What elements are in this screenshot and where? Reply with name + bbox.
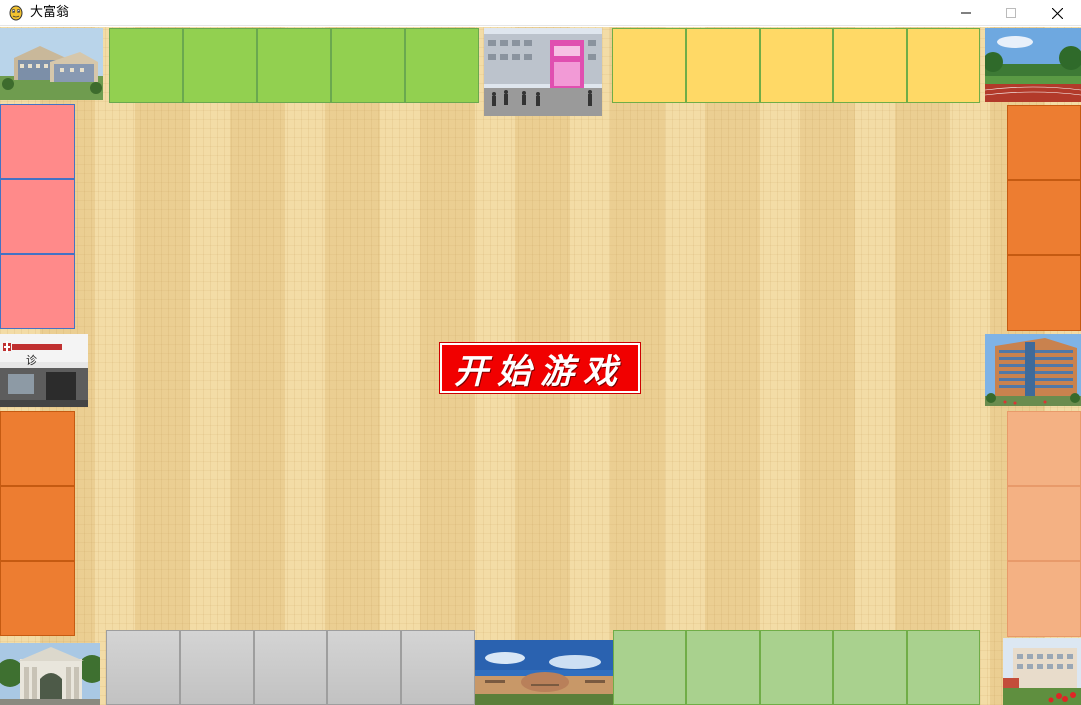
game-board: 诊 开始游戏 [0, 27, 1081, 705]
board-tile-left-1[interactable] [0, 104, 75, 179]
window-title: 大富翁 [30, 5, 70, 20]
board-tile-top-5[interactable] [405, 28, 479, 103]
maximize-icon [1006, 8, 1016, 18]
close-button[interactable] [1034, 0, 1080, 26]
auditorium-photo[interactable] [475, 640, 614, 705]
board-tile-right-6[interactable] [1007, 561, 1081, 637]
board-tile-bottom-10[interactable] [907, 630, 980, 705]
board-tile-bottom-2[interactable] [180, 630, 254, 705]
board-tile-bottom-9[interactable] [833, 630, 907, 705]
board-tile-top-10[interactable] [907, 28, 980, 103]
board-tile-left-5[interactable] [0, 486, 75, 561]
board-tile-right-1[interactable] [1007, 105, 1081, 180]
board-tile-right-5[interactable] [1007, 486, 1081, 561]
board-tile-top-3[interactable] [257, 28, 331, 103]
board-tile-left-2[interactable] [0, 179, 75, 254]
board-tile-bottom-1[interactable] [106, 630, 180, 705]
board-tile-left-4[interactable] [0, 411, 75, 486]
board-tile-bottom-6[interactable] [613, 630, 686, 705]
board-tile-bottom-4[interactable] [327, 630, 401, 705]
board-tile-bottom-5[interactable] [401, 630, 475, 705]
maximize-button[interactable] [988, 0, 1034, 26]
start-game-label: 开始游戏 [454, 351, 626, 392]
close-icon [1051, 7, 1063, 19]
minimize-button[interactable] [943, 0, 989, 26]
start-game-button[interactable]: 开始游戏 [439, 342, 641, 394]
board-tile-right-4[interactable] [1007, 411, 1081, 486]
sports-field-photo[interactable] [985, 28, 1081, 102]
title-bar: 大富翁 [0, 0, 1081, 26]
board-tile-left-3[interactable] [0, 254, 75, 329]
clinic-sign-label: 诊 [26, 353, 37, 367]
board-tile-right-3[interactable] [1007, 255, 1081, 331]
board-tile-top-7[interactable] [686, 28, 760, 103]
board-tile-bottom-7[interactable] [686, 630, 760, 705]
board-tile-bottom-8[interactable] [760, 630, 833, 705]
board-tile-right-2[interactable] [1007, 180, 1081, 255]
campus-building-photo[interactable] [0, 28, 103, 100]
clinic-building-photo[interactable]: 诊 [0, 334, 88, 407]
board-tile-top-4[interactable] [331, 28, 405, 103]
library-photo[interactable] [1003, 638, 1081, 705]
board-tile-bottom-3[interactable] [254, 630, 327, 705]
office-tower-photo[interactable] [985, 334, 1081, 406]
plaza-poster-photo[interactable] [484, 28, 602, 116]
board-tile-top-9[interactable] [833, 28, 907, 103]
board-tile-left-6[interactable] [0, 561, 75, 636]
board-tile-top-8[interactable] [760, 28, 833, 103]
board-tile-top-1[interactable] [109, 28, 183, 103]
minimize-icon [961, 12, 971, 14]
board-tile-top-2[interactable] [183, 28, 257, 103]
python-snake-icon [9, 5, 23, 21]
board-tile-top-6[interactable] [612, 28, 686, 103]
school-gate-photo[interactable] [0, 643, 100, 705]
